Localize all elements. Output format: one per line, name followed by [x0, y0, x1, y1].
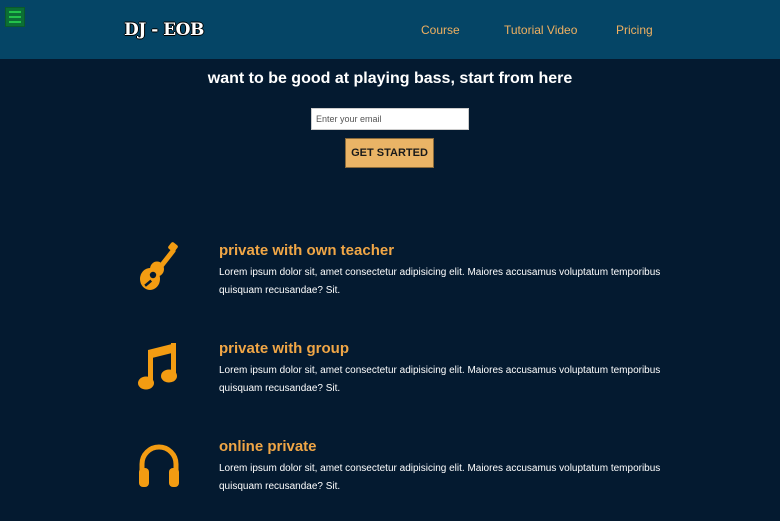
- feature-title: online private: [219, 438, 317, 455]
- guitar-icon: [136, 242, 182, 296]
- hero-heading: want to be good at playing bass, start f…: [207, 70, 573, 87]
- hamburger-bar: [9, 11, 21, 13]
- feature-description: Lorem ipsum dolor sit, amet consectetur …: [219, 365, 661, 394]
- feature-description: Lorem ipsum dolor sit, amet consectetur …: [219, 463, 661, 492]
- email-input[interactable]: [311, 108, 469, 130]
- site-header: DJ - EOB Course Tutorial Video Pricing: [0, 0, 780, 59]
- nav-link-tutorial-video[interactable]: Tutorial Video: [504, 22, 577, 38]
- music-note-icon: [136, 340, 182, 394]
- headphones-icon: [136, 438, 182, 492]
- feature-description: Lorem ipsum dolor sit, amet consectetur …: [219, 267, 661, 296]
- feature-title: private with group: [219, 340, 350, 357]
- feature-title: private with own teacher: [219, 242, 395, 259]
- get-started-button[interactable]: GET STARTED: [345, 138, 434, 168]
- hamburger-bar: [9, 16, 21, 18]
- feature-item: online private Lorem ipsum dolor sit, am…: [0, 436, 780, 506]
- feature-item: private with group Lorem ipsum dolor sit…: [0, 338, 780, 408]
- feature-item: private with own teacher Lorem ipsum dol…: [0, 240, 780, 310]
- nav-link-pricing[interactable]: Pricing: [616, 22, 653, 38]
- hamburger-bar: [9, 21, 21, 23]
- hamburger-menu-icon[interactable]: [5, 7, 25, 27]
- nav-link-course[interactable]: Course: [421, 22, 460, 38]
- site-logo[interactable]: DJ - EOB: [124, 19, 204, 41]
